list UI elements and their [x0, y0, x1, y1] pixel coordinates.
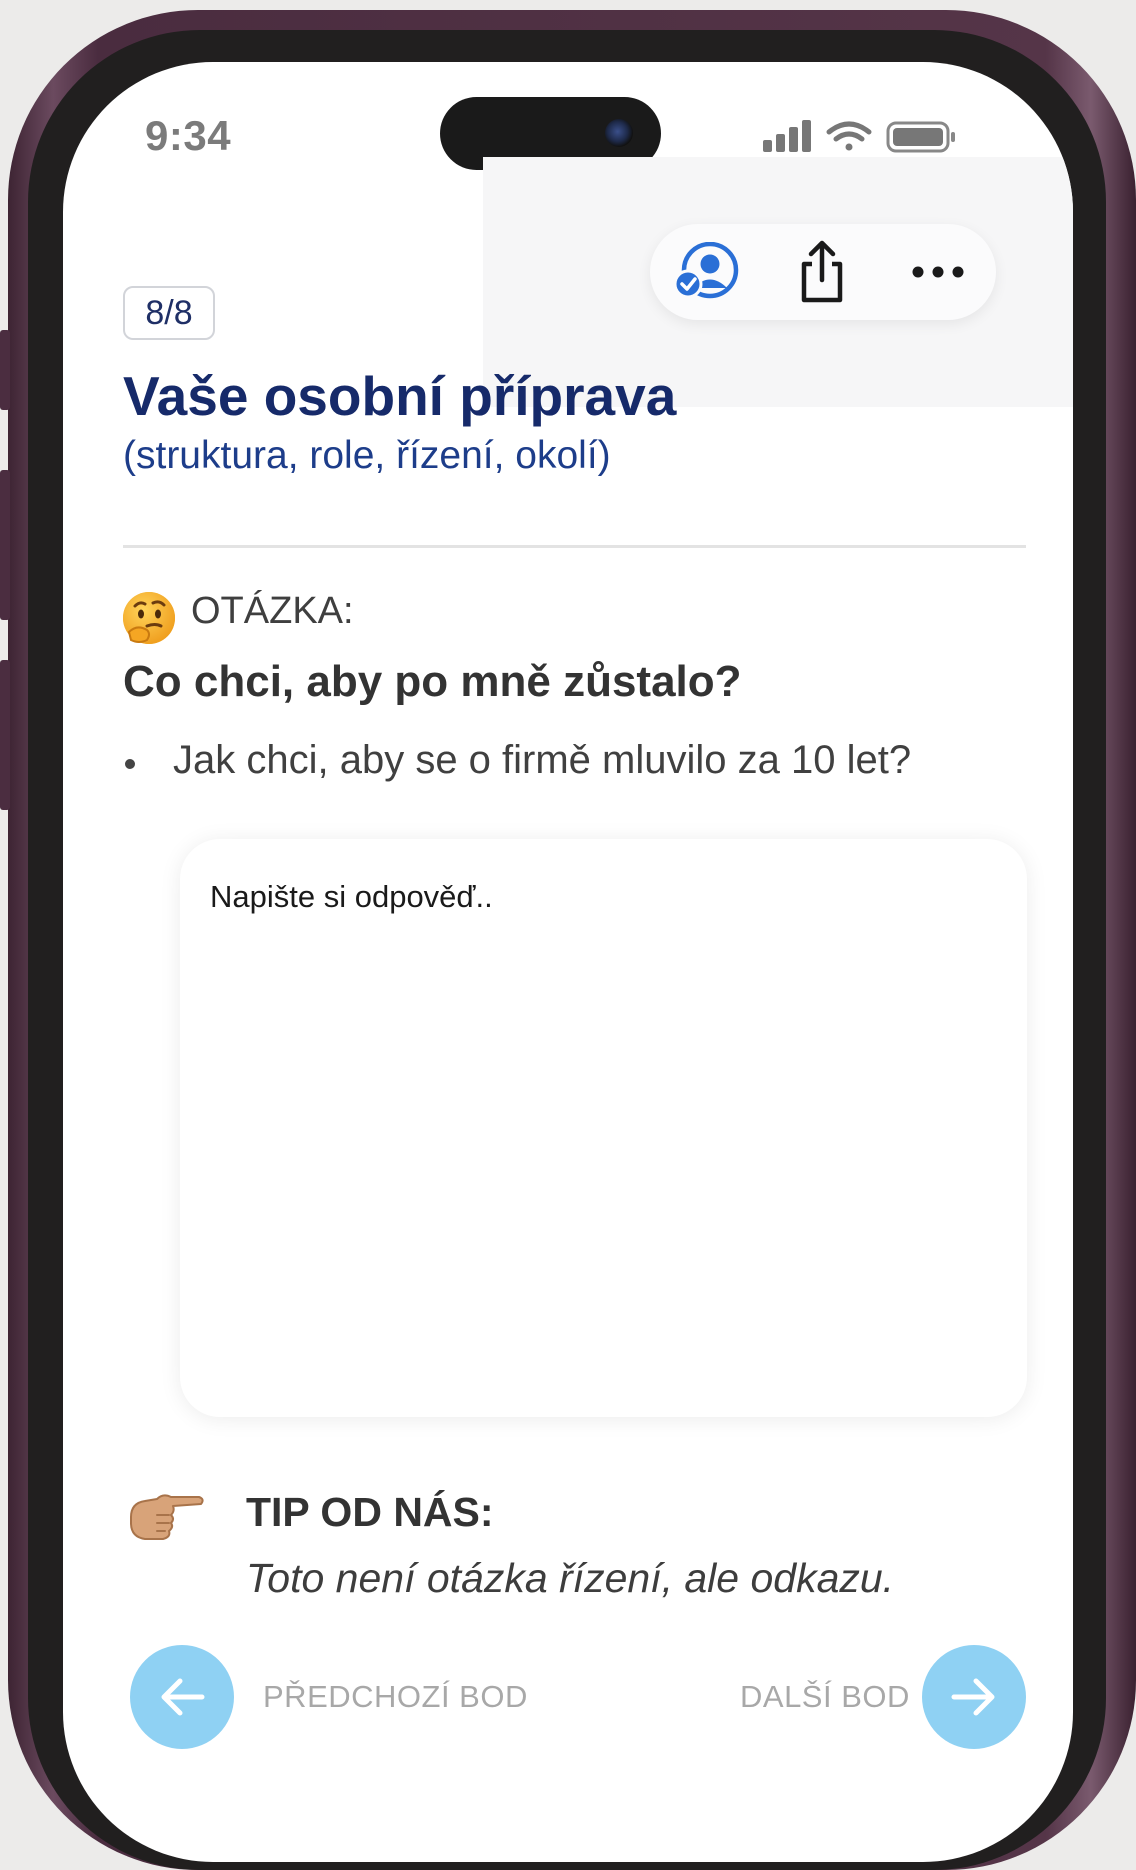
thinking-face-icon: [123, 592, 175, 644]
phone-side-button: [0, 330, 10, 410]
user-check-icon: [673, 242, 739, 299]
share-icon: [801, 240, 843, 303]
question-text: Co chci, aby po mně zůstalo?: [123, 657, 742, 706]
bullet-dot: [125, 759, 135, 769]
question-bullet: Jak chci, aby se o firmě mluvilo za 10 l…: [173, 738, 912, 782]
page-title: Vaše osobní příprava: [123, 365, 677, 427]
battery-icon: [886, 121, 955, 153]
next-button[interactable]: [922, 1645, 1026, 1749]
status-time: 9:34: [145, 112, 232, 159]
status-icons: [763, 118, 963, 158]
more-button[interactable]: [904, 238, 972, 306]
phone-volume-down-button: [0, 660, 10, 810]
previous-label[interactable]: PŘEDCHOZÍ BOD: [263, 1679, 528, 1715]
more-dots-icon: [912, 266, 964, 278]
page-subtitle: (struktura, role, řízení, okolí): [123, 434, 611, 477]
arrow-left-icon: [161, 1678, 205, 1716]
pointing-hand-icon: [130, 1494, 204, 1540]
share-button[interactable]: [788, 238, 856, 306]
next-label[interactable]: DALŠÍ BOD: [740, 1679, 910, 1715]
progress-badge: 8/8: [123, 286, 215, 340]
tip-text: Toto není otázka řízení, ale odkazu.: [246, 1555, 895, 1601]
section-divider: [123, 545, 1026, 548]
arrow-right-icon: [951, 1678, 995, 1716]
tip-label: TIP OD NÁS:: [246, 1489, 494, 1535]
phone-screen: 9:34 8/8 Vaše osobní příprava (struktura…: [63, 62, 1073, 1862]
signal-icon: [763, 120, 811, 152]
camera-icon: [605, 119, 633, 147]
previous-button[interactable]: [130, 1645, 234, 1749]
question-label: OTÁZKA:: [191, 590, 354, 632]
wifi-icon: [826, 121, 872, 151]
toolbar: [650, 224, 996, 320]
answer-input[interactable]: [180, 839, 1027, 1417]
phone-volume-up-button: [0, 470, 10, 620]
profile-button[interactable]: [672, 238, 740, 306]
